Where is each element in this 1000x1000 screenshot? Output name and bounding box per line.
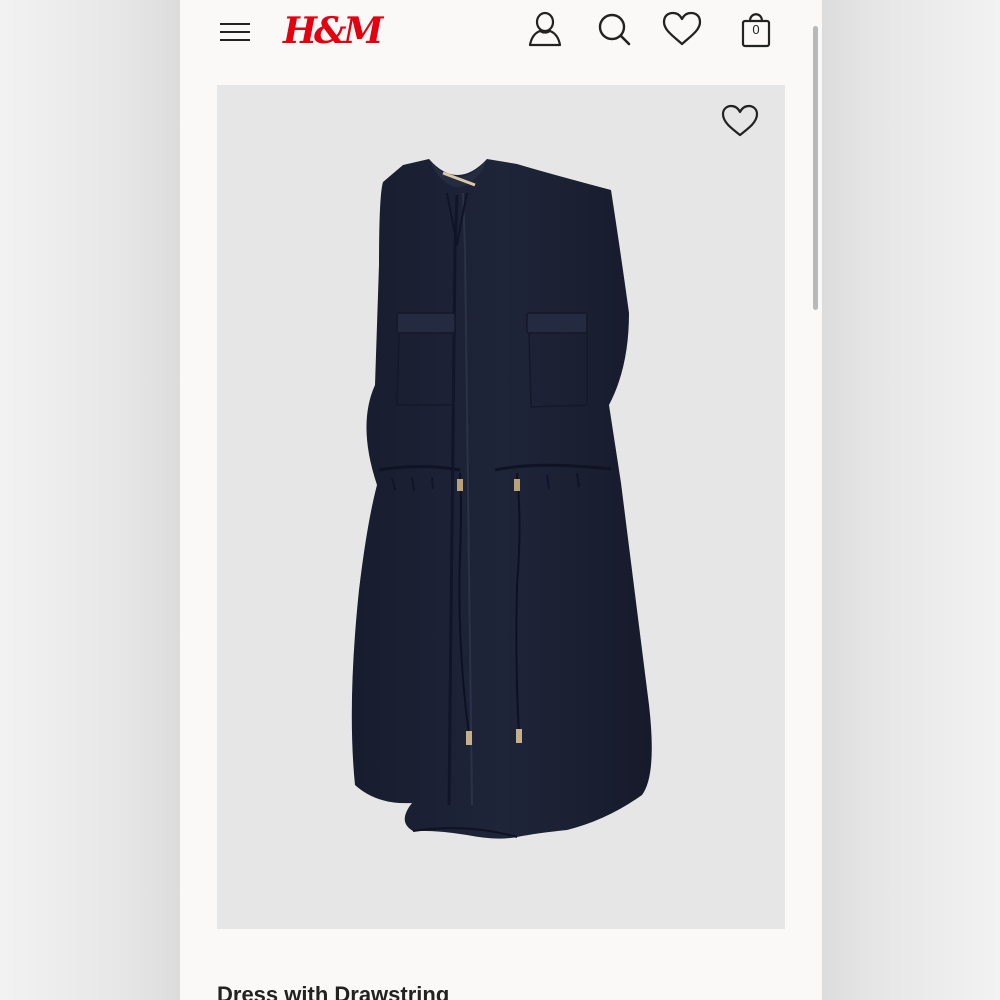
heart-icon <box>662 11 702 46</box>
search-icon <box>598 13 631 46</box>
hamburger-menu-icon-line <box>220 31 250 33</box>
shopping-bag-button[interactable]: 0 <box>740 8 772 50</box>
product-title: Dress with Drawstring <box>217 982 450 1000</box>
site-header: H&M 0 <box>180 0 822 62</box>
menu-button[interactable] <box>218 17 252 43</box>
bag-item-count: 0 <box>752 22 760 37</box>
user-account-icon <box>528 11 562 47</box>
brand-logo[interactable]: H&M <box>283 6 383 56</box>
hamburger-menu-icon <box>220 23 250 25</box>
search-button[interactable] <box>595 10 633 48</box>
dress-photo <box>351 159 652 839</box>
backdrop-left <box>0 0 180 1000</box>
scrollbar[interactable] <box>813 26 818 310</box>
heart-icon <box>721 104 759 137</box>
hamburger-menu-icon-line <box>220 39 250 41</box>
account-button[interactable] <box>525 9 565 49</box>
mobile-page: H&M 0 Dress with Drawstring <box>180 0 822 1000</box>
backdrop-right <box>822 0 1000 1000</box>
favorite-product-button[interactable] <box>720 103 760 144</box>
favorites-button[interactable] <box>661 10 703 48</box>
product-image[interactable] <box>217 85 785 929</box>
